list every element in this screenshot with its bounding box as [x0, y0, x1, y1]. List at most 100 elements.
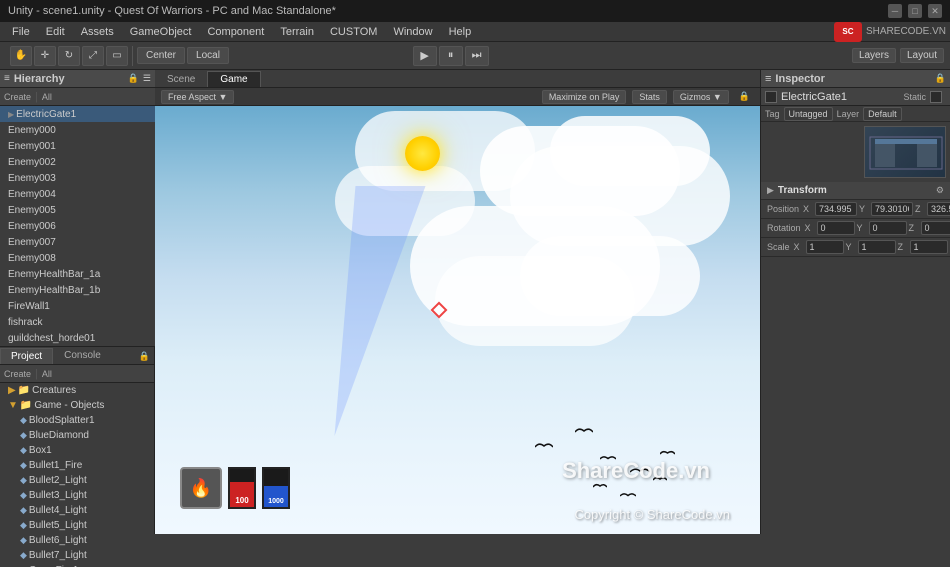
menu-item-edit[interactable]: Edit [38, 24, 73, 40]
hierarchy-item[interactable]: Enemy003 [0, 170, 155, 186]
project-item[interactable]: ▼ 📁 Game - Objects [0, 398, 154, 413]
hierarchy-item[interactable]: EnemyHealthBar_1a [0, 266, 155, 282]
hierarchy-item[interactable]: Enemy002 [0, 154, 155, 170]
hierarchy-item[interactable]: EnemyHealthBar_1b [0, 282, 155, 298]
menu-item-custom[interactable]: CUSTOM [322, 24, 385, 40]
hierarchy-item[interactable]: FireWall1 [0, 298, 155, 314]
menu-item-help[interactable]: Help [441, 24, 480, 40]
project-item[interactable]: ◆ BlueDiamond [0, 428, 154, 443]
hierarchy-item[interactable]: Enemy006 [0, 218, 155, 234]
tag-dropdown[interactable]: Untagged [784, 107, 833, 121]
rot-x-input[interactable] [817, 221, 855, 235]
tab-game[interactable]: Game [207, 71, 260, 87]
project-item[interactable]: ◆ BloodSplatter1 [0, 413, 154, 428]
search-all-btn: All [42, 369, 52, 379]
project-item[interactable]: ◆ Box1 [0, 443, 154, 458]
file-icon: ◆ [20, 415, 27, 426]
layout-dropdown[interactable]: Layout [900, 48, 944, 63]
rotate-tool-btn[interactable]: ↻ [58, 46, 80, 66]
sharecode-logo: SC [834, 22, 862, 42]
scale-z-input[interactable] [910, 240, 948, 254]
hierarchy-item[interactable]: Enemy001 [0, 138, 155, 154]
gizmos-btn[interactable]: Gizmos ▼ [673, 90, 729, 104]
hierarchy-item[interactable]: Enemy004 [0, 186, 155, 202]
project-item[interactable]: ◆ CampFire1 [0, 563, 154, 567]
rect-tool-btn[interactable]: ▭ [106, 46, 128, 66]
hierarchy-item[interactable]: guildchest_horde01 [0, 330, 155, 346]
inspector-object-row: ElectricGate1 Static [761, 88, 950, 106]
pos-y-input[interactable] [871, 202, 913, 216]
project-lock-icon[interactable]: 🔒 [135, 349, 154, 364]
free-aspect-btn[interactable]: Free Aspect ▼ [161, 90, 234, 104]
scale-tool-btn[interactable]: ⤢ [82, 46, 104, 66]
pos-z-input[interactable] [927, 202, 950, 216]
hand-tool-btn[interactable]: ✋ [10, 46, 32, 66]
rot-z-input[interactable] [921, 221, 950, 235]
scale-row: Scale X Y Z [761, 238, 950, 257]
play-controls: ▶ ⏸ ⏭ [413, 46, 489, 66]
bird [575, 426, 593, 439]
project-item[interactable]: ◆ Bullet7_Light [0, 548, 154, 563]
hierarchy-item[interactable]: Enemy005 [0, 202, 155, 218]
local-btn[interactable]: Local [187, 47, 229, 64]
rot-y-input[interactable] [869, 221, 907, 235]
hierarchy-item[interactable]: Enemy008 [0, 250, 155, 266]
menu-item-assets[interactable]: Assets [73, 24, 122, 40]
maximize-btn[interactable]: □ [908, 4, 922, 18]
project-item[interactable]: ◆ Bullet5_Light [0, 518, 154, 533]
menu-item-window[interactable]: Window [385, 24, 440, 40]
play-btn[interactable]: ▶ [413, 46, 437, 66]
title-text: Unity - scene1.unity - Quest Of Warriors… [8, 5, 336, 17]
view-lock-icon[interactable]: 🔒 [735, 91, 754, 102]
move-tool-btn[interactable]: ✛ [34, 46, 56, 66]
project-item[interactable]: ◆ Bullet1_Fire [0, 458, 154, 473]
active-checkbox[interactable] [765, 91, 777, 103]
tab-console[interactable]: Console [53, 347, 112, 364]
hierarchy-item[interactable]: ▶ ElectricGate1 [0, 106, 155, 122]
menu-item-gameobject[interactable]: GameObject [122, 24, 200, 40]
close-btn[interactable]: ✕ [928, 4, 942, 18]
project-item[interactable]: ◆ Bullet6_Light [0, 533, 154, 548]
file-icon: ◆ [20, 550, 27, 561]
transform-component-header[interactable]: ▶ Transform ⚙ [761, 182, 950, 200]
center-btn[interactable]: Center [137, 47, 185, 64]
menu-item-terrain[interactable]: Terrain [272, 24, 322, 40]
inspector-tag-row: Tag Untagged Layer Default [761, 106, 950, 122]
layers-dropdown[interactable]: Layers [852, 48, 896, 63]
pos-x-input[interactable] [815, 202, 857, 216]
pause-btn[interactable]: ⏸ [439, 46, 463, 66]
scale-x-input[interactable] [806, 240, 844, 254]
scale-y-input[interactable] [858, 240, 896, 254]
inspector-lock-icon[interactable]: 🔒 [935, 73, 946, 84]
project-item[interactable]: ◆ Bullet4_Light [0, 503, 154, 518]
window-controls: ─ □ ✕ [888, 4, 942, 18]
step-btn[interactable]: ⏭ [465, 46, 489, 66]
menu-bar: File Edit Assets GameObject Component Te… [0, 22, 950, 42]
menu-item-file[interactable]: File [4, 24, 38, 40]
hierarchy-item[interactable]: fishrack [0, 314, 155, 330]
hierarchy-item[interactable]: Enemy007 [0, 234, 155, 250]
layer-dropdown[interactable]: Default [863, 107, 902, 121]
minimize-btn[interactable]: ─ [888, 4, 902, 18]
create-btn[interactable]: Create [4, 369, 31, 379]
z-label: Z [915, 204, 925, 214]
transform-settings-icon[interactable]: ⚙ [936, 185, 944, 196]
project-item[interactable]: ◆ Bullet3_Light [0, 488, 154, 503]
project-item[interactable]: ▶ 📁 Creatures [0, 383, 154, 398]
tab-project[interactable]: Project [0, 348, 53, 364]
project-panel: Project Console 🔒 Create | All ▶ 📁 Creat… [0, 347, 154, 567]
tab-scene[interactable]: Scene [155, 72, 207, 87]
hierarchy-menu-icon[interactable]: ☰ [143, 73, 151, 84]
hierarchy-lock-icon[interactable]: 🔒 [128, 73, 139, 84]
light-beam [265, 186, 426, 436]
menu-item-component[interactable]: Component [199, 24, 272, 40]
hierarchy-toolbar: Create | All [0, 88, 155, 106]
maximize-on-play-btn[interactable]: Maximize on Play [542, 90, 627, 104]
file-icon: ◆ [20, 430, 27, 441]
hierarchy-item[interactable]: Enemy000 [0, 122, 155, 138]
folder-icon: ▼ [8, 400, 18, 411]
static-checkbox[interactable] [930, 91, 942, 103]
project-item[interactable]: ◆ Bullet2_Light [0, 473, 154, 488]
stats-btn[interactable]: Stats [632, 90, 667, 104]
view-tabs: Scene Game [155, 70, 760, 88]
